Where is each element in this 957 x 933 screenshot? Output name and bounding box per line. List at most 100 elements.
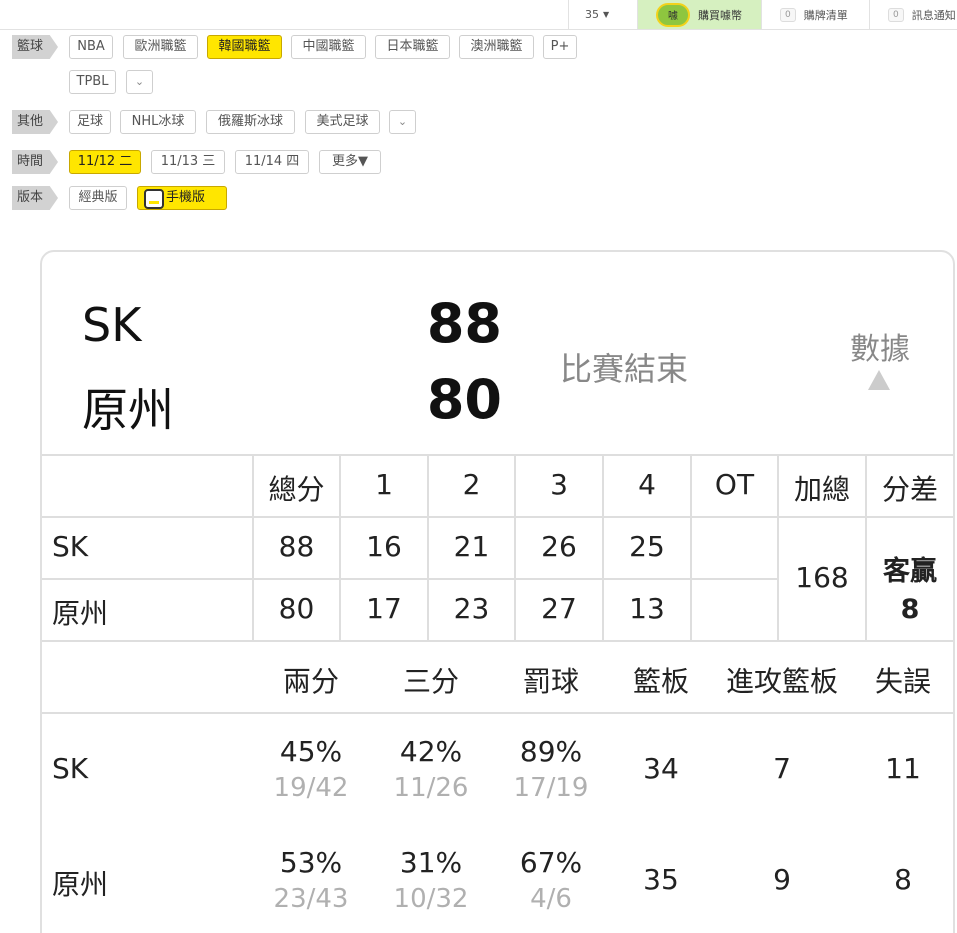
header-q3: 3	[550, 468, 568, 501]
purchase-list-count: 0	[780, 7, 796, 22]
purchase-list-link[interactable]: 0 購牌清單	[761, 0, 869, 29]
divider	[42, 712, 953, 714]
basketball-label: 籃球	[12, 35, 58, 59]
stats-header-oreb: 進攻籃板	[725, 665, 838, 698]
chip-japan-basketball[interactable]: 日本職籃	[375, 35, 450, 59]
stat-pct: 89%	[519, 735, 583, 768]
away-team-score: 88	[426, 292, 502, 355]
header-q1: 1	[375, 468, 393, 501]
caret-down-icon: ▼	[603, 10, 610, 19]
stat-turnovers: 11	[885, 752, 921, 785]
home-team-name: 原州	[82, 383, 174, 437]
cell-sum: 168	[795, 561, 849, 594]
stat-turnovers: 8	[894, 863, 912, 896]
stats-team-name: 原州	[52, 868, 109, 901]
stats-header-to: 失誤	[874, 665, 931, 698]
cell-total: 88	[278, 530, 315, 563]
stats-toggle[interactable]: 數據	[848, 324, 912, 368]
chevron-down-icon[interactable]: ⌄	[126, 70, 153, 94]
divider	[42, 516, 953, 518]
stat-rebounds: 34	[643, 752, 679, 785]
cell-q2: 21	[453, 530, 490, 563]
notification-count: 0	[888, 7, 904, 22]
cell-q2: 23	[453, 592, 490, 625]
classic-version-button[interactable]: 經典版	[69, 186, 127, 210]
phone-icon	[144, 189, 164, 209]
header-sum: 加總	[793, 473, 850, 506]
game-status: 比賽結束	[560, 350, 689, 388]
notification-link[interactable]: 0 訊息通知	[869, 0, 957, 29]
home-team-score: 80	[426, 368, 502, 431]
stats-header-ft: 罰球	[522, 665, 579, 698]
chip-date-1114[interactable]: 11/14 四	[235, 150, 309, 174]
chip-china-basketball[interactable]: 中國職籃	[291, 35, 366, 59]
chip-date-1113[interactable]: 11/13 三	[151, 150, 225, 174]
stat-free-throw: 67% 4/6	[491, 845, 611, 917]
cell-diff: 客贏 8	[867, 553, 953, 629]
chip-korea-basketball[interactable]: 韓國職籃	[207, 35, 282, 59]
header-diff: 分差	[881, 473, 938, 506]
stat-two-point: 45% 19/42	[251, 734, 371, 806]
other-label: 其他	[12, 110, 58, 134]
stat-three-point: 42% 11/26	[371, 734, 491, 806]
stat-rebounds: 35	[643, 863, 679, 896]
chip-euro-basketball[interactable]: 歐洲職籃	[123, 35, 198, 59]
chip-australia-basketball[interactable]: 澳洲職籃	[459, 35, 534, 59]
mobile-version-label: 手機版	[166, 190, 206, 205]
away-team-name: SK	[82, 298, 142, 352]
stat-pct: 53%	[279, 846, 343, 879]
divider	[42, 578, 778, 580]
buy-coin-button[interactable]: 噱 購買噱幣	[637, 0, 761, 29]
count-value: 35	[585, 8, 599, 21]
stat-pct: 67%	[519, 846, 583, 879]
time-label: 時間	[12, 150, 58, 174]
chip-russia-hockey[interactable]: 俄羅斯冰球	[206, 110, 295, 134]
header-q4: 4	[638, 468, 656, 501]
stat-pct: 31%	[399, 846, 463, 879]
divider	[42, 454, 953, 456]
triangle-up-icon[interactable]	[868, 370, 890, 390]
basketball-filter-row: 籃球 NBA 歐洲職籃 韓國職籃 中國職籃 日本職籃 澳洲職籃 P+ TPBL …	[12, 35, 712, 95]
chip-date-1112[interactable]: 11/12 二	[69, 150, 141, 174]
top-bar: 35 ▼ 噱 購買噱幣 0 購牌清單 0 訊息通知	[0, 0, 957, 30]
mobile-version-button[interactable]: 手機版	[137, 186, 227, 210]
row-team-name: SK	[52, 530, 89, 563]
stats-header-three: 三分	[402, 665, 459, 698]
chip-tpbl[interactable]: TPBL	[69, 70, 116, 94]
stats-header-reb: 籃板	[632, 665, 689, 698]
stat-made: 4/6	[530, 884, 572, 914]
chip-nba[interactable]: NBA	[69, 35, 113, 59]
cell-q3: 26	[541, 530, 577, 563]
chip-nhl-hockey[interactable]: NHL冰球	[120, 110, 196, 134]
stat-made: 11/26	[393, 773, 469, 803]
header-ot: OT	[714, 468, 755, 501]
count-dropdown[interactable]: 35 ▼	[568, 0, 637, 29]
purchase-list-label: 購牌清單	[803, 8, 848, 22]
divider	[42, 640, 953, 642]
time-filter-row: 時間 11/12 二 11/13 三 11/14 四 更多▼	[12, 150, 712, 174]
chevron-down-icon[interactable]: ⌄	[389, 110, 416, 134]
stat-made: 10/32	[393, 884, 469, 914]
cell-q1: 16	[366, 530, 402, 563]
diff-value: 8	[900, 594, 920, 625]
stat-offensive-rebounds: 9	[773, 863, 791, 896]
chip-soccer[interactable]: 足球	[69, 110, 111, 134]
cell-q3: 27	[541, 592, 577, 625]
header-total: 總分	[268, 473, 325, 506]
cell-q4: 25	[629, 530, 665, 563]
stats-team-name: SK	[52, 752, 89, 785]
header-q2: 2	[462, 468, 481, 501]
cell-total: 80	[278, 592, 315, 625]
stat-made: 19/42	[273, 773, 349, 803]
stat-made: 23/43	[273, 884, 349, 914]
chip-p-plus[interactable]: P+	[543, 35, 577, 59]
stat-pct: 42%	[399, 735, 463, 768]
stat-made: 17/19	[513, 773, 589, 803]
version-label: 版本	[12, 186, 58, 210]
chip-american-football[interactable]: 美式足球	[305, 110, 380, 134]
more-dates-button[interactable]: 更多▼	[319, 150, 381, 174]
row-team-name: 原州	[52, 597, 109, 630]
stat-offensive-rebounds: 7	[773, 752, 791, 785]
stat-three-point: 31% 10/32	[371, 845, 491, 917]
buy-coin-label: 購買噱幣	[698, 8, 742, 22]
